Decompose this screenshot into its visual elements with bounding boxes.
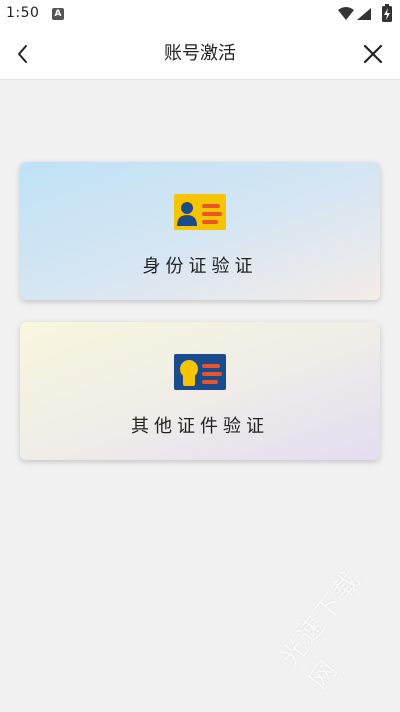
notification-app-icon: A [52, 8, 64, 20]
other-document-verification-label: 其他证件验证 [131, 416, 269, 437]
close-icon [363, 44, 383, 64]
wifi-icon [338, 6, 354, 25]
signal-icon [356, 6, 372, 25]
id-card-verification-label: 身份证验证 [142, 256, 258, 277]
battery-icon [382, 4, 392, 26]
back-button[interactable] [10, 41, 36, 67]
page-title: 账号激活 [164, 43, 236, 64]
id-card-icon [174, 194, 226, 230]
status-bar: 1:50 A [0, 0, 400, 28]
id-card-verification-option[interactable]: 身份证验证 [20, 162, 380, 300]
close-button[interactable] [360, 41, 386, 67]
document-card-icon [174, 354, 226, 390]
status-time: 1:50 [6, 5, 40, 21]
watermark: 光速下载网 [274, 565, 368, 695]
other-document-verification-option[interactable]: 其他证件验证 [20, 322, 380, 460]
chevron-left-icon [18, 45, 27, 63]
header-bar: 账号激活 [0, 28, 400, 80]
screen: 1:50 A 账号激活 身份证验证 其他证件验证 光速下载网 [0, 0, 400, 712]
